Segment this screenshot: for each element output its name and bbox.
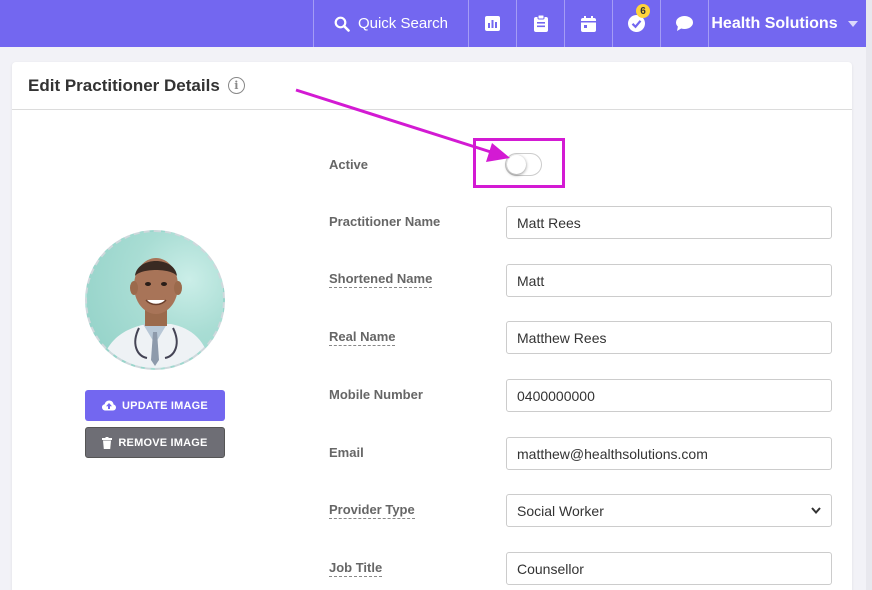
shortened-name-input[interactable]	[506, 264, 832, 297]
update-image-label: UPDATE IMAGE	[122, 399, 208, 412]
notification-badge: 6	[636, 4, 650, 18]
organization-name: Health Solutions	[711, 14, 838, 32]
remove-image-label: REMOVE IMAGE	[118, 436, 208, 449]
real-name-label: Real Name	[329, 329, 396, 346]
organization-menu[interactable]: Health Solutions	[708, 0, 866, 47]
info-icon[interactable]: i	[227, 77, 245, 94]
chevron-down-icon	[811, 507, 821, 514]
reports-button[interactable]	[468, 0, 516, 47]
provider-type-select[interactable]: Social Worker	[506, 494, 832, 527]
quick-search-label: Quick Search	[357, 15, 449, 32]
provider-type-label: Provider Type	[329, 502, 415, 519]
email-label: Email	[329, 445, 364, 460]
clipboard-icon	[533, 15, 548, 32]
tasks-button[interactable]	[516, 0, 564, 47]
real-name-input[interactable]	[506, 321, 832, 354]
practitioner-name-label: Practitioner Name	[329, 214, 441, 229]
practitioner-name-input[interactable]	[506, 206, 832, 239]
notifications-button[interactable]: 6	[612, 0, 660, 47]
job-title-input[interactable]	[506, 552, 832, 585]
annotation-highlight-box	[473, 138, 565, 188]
mobile-number-label: Mobile Number	[329, 387, 423, 402]
practitioner-avatar	[85, 230, 225, 370]
mobile-number-input[interactable]	[506, 379, 832, 412]
top-navbar: Quick Search 6 Health Solutions	[0, 0, 866, 47]
calendar-icon	[581, 15, 596, 32]
job-title-label: Job Title	[329, 560, 383, 577]
remove-image-button[interactable]: REMOVE IMAGE	[85, 427, 225, 458]
search-icon	[334, 16, 350, 32]
email-input[interactable]	[506, 437, 832, 470]
calendar-button[interactable]	[564, 0, 612, 47]
update-image-button[interactable]: UPDATE IMAGE	[85, 390, 225, 421]
active-label: Active	[329, 157, 369, 172]
trash-icon	[102, 436, 113, 449]
provider-type-value: Social Worker	[517, 502, 604, 519]
scrollbar-track[interactable]	[866, 0, 872, 590]
messages-button[interactable]	[660, 0, 708, 47]
practitioner-photo	[101, 258, 211, 368]
shortened-name-label: Shortened Name	[329, 271, 433, 288]
chart-icon	[485, 16, 500, 31]
chevron-down-icon	[847, 20, 858, 27]
page-title: Edit Practitioner Details	[28, 75, 220, 95]
card-header: Edit Practitioner Details i	[12, 62, 852, 110]
cloud-upload-icon	[102, 400, 117, 411]
quick-search-button[interactable]: Quick Search	[313, 0, 468, 47]
chat-icon	[676, 16, 693, 31]
